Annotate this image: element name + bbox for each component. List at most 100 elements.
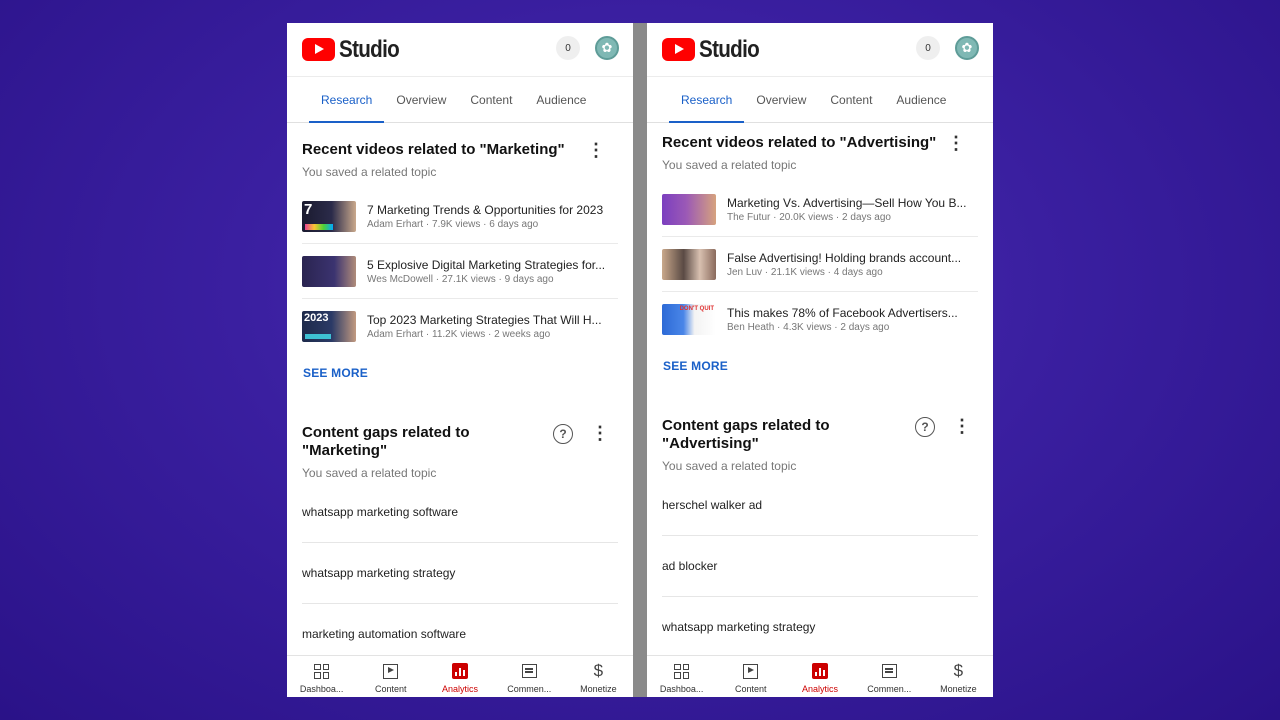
studio-logo[interactable]: Studio [662,36,769,64]
video-meta: Adam Erhart · 7.9K views · 6 days ago [367,218,539,230]
list-item[interactable]: Marketing Vs. Advertising—Sell How You B… [662,182,978,237]
content-gaps-title: Content gaps related to "Advertising" [662,417,830,452]
thumbnail-text: DON'T QUIT [679,306,714,312]
phone-right: Studio 0 ✿ Research Overview Content Aud… [647,23,993,697]
nav-dashboard[interactable]: Dashboa... [287,656,356,697]
video-thumbnail: 2023 [302,311,356,342]
account-icon: ✿ [961,40,973,55]
list-item[interactable]: whatsapp marketing strategy [302,543,618,604]
app-bar: Studio 0 ✿ [287,23,633,76]
nav-content[interactable]: Content [356,656,425,697]
nav-label: Dashboa... [659,684,704,694]
list-item[interactable]: DON'T QUIT This makes 78% of Facebook Ad… [662,292,978,347]
recent-videos-subtitle: You saved a related topic [302,165,437,179]
bottom-nav: Dashboa... Content Analytics Commen... $… [287,655,633,697]
nav-comments[interactable]: Commen... [855,656,924,697]
nav-label: Monetize [580,684,617,694]
nav-analytics[interactable]: Analytics [425,656,494,697]
nav-label: Content [375,684,407,694]
tab-overview[interactable]: Overview [744,77,818,122]
nav-label: Monetize [940,684,977,694]
video-title: Marketing Vs. Advertising—Sell How You B… [727,195,967,210]
content-gaps-list: whatsapp marketing software whatsapp mar… [287,482,633,665]
tab-bar: Research Overview Content Audience [647,76,993,123]
help-icon[interactable]: ? [553,424,573,444]
nav-monetize[interactable]: $ Monetize [924,656,993,697]
nav-comments[interactable]: Commen... [495,656,564,697]
list-item[interactable]: herschel walker ad [662,475,978,536]
content-icon [383,663,399,679]
more-options-icon[interactable]: ⋮ [953,417,971,435]
notification-badge[interactable]: 0 [556,36,580,60]
content-gaps-section: Content gaps related to "Marketing" ? ⋮ [287,424,633,460]
list-item[interactable]: 7 7 Marketing Trends & Opportunities for… [302,189,618,244]
video-title: False Advertising! Holding brands accoun… [727,250,962,265]
recent-videos-section: Recent videos related to "Marketing" ⋮ [287,141,633,159]
tab-audience[interactable]: Audience [524,77,598,122]
thumbnail-text: 7 [304,200,313,218]
recent-videos-title: Recent videos related to "Advertising" [662,134,937,151]
list-item[interactable]: 2023 Top 2023 Marketing Strategies That … [302,299,618,354]
video-title: 7 Marketing Trends & Opportunities for 2… [367,202,604,217]
studio-logo[interactable]: Studio [302,36,409,64]
tab-bar: Research Overview Content Audience [287,76,633,123]
avatar[interactable]: ✿ [955,36,979,60]
tab-overview[interactable]: Overview [384,77,458,122]
video-title: 5 Explosive Digital Marketing Strategies… [367,257,606,272]
logo-text: Studio [699,35,760,63]
tab-audience[interactable]: Audience [884,77,958,122]
thumbnail-text: 2023 [304,312,329,324]
avatar[interactable]: ✿ [595,36,619,60]
see-more-button[interactable]: SEE MORE [647,359,744,373]
more-options-icon[interactable]: ⋮ [587,141,605,159]
notification-badge[interactable]: 0 [916,36,940,60]
recent-videos-subtitle: You saved a related topic [662,158,797,172]
content-gaps-subtitle: You saved a related topic [662,459,797,473]
content-gaps-list: herschel walker ad ad blocker whatsapp m… [647,475,993,658]
recent-videos-section: Recent videos related to "Advertising" ⋮ [647,134,993,152]
nav-label: Commen... [867,684,912,694]
see-more-button[interactable]: SEE MORE [287,366,384,380]
nav-analytics[interactable]: Analytics [785,656,854,697]
video-meta: The Futur · 20.0K views · 2 days ago [727,211,891,223]
nav-content[interactable]: Content [716,656,785,697]
content-icon [743,663,759,679]
more-options-icon[interactable]: ⋮ [591,424,609,442]
list-item[interactable]: whatsapp marketing software [302,482,618,543]
tab-research[interactable]: Research [309,77,385,123]
video-meta: Ben Heath · 4.3K views · 2 days ago [727,322,890,333]
account-icon: ✿ [601,40,613,55]
list-item[interactable]: ad blocker [662,536,978,597]
bottom-nav: Dashboa... Content Analytics Commen... $… [647,655,993,697]
content-gaps-subtitle: You saved a related topic [302,466,437,480]
list-item[interactable]: False Advertising! Holding brands accoun… [662,237,978,292]
video-thumbnail [662,193,716,225]
youtube-play-icon [302,38,335,61]
content-gaps-section: Content gaps related to "Advertising" ? … [647,417,993,453]
content-gaps-title: Content gaps related to "Marketing" [302,424,470,459]
nav-label: Analytics [442,684,479,694]
analytics-icon [812,663,828,679]
list-item[interactable]: whatsapp marketing strategy [662,597,978,658]
dollar-icon: $ [953,661,964,680]
nav-label: Analytics [802,684,839,694]
tab-content[interactable]: Content [818,77,884,122]
help-icon[interactable]: ? [915,417,935,437]
dollar-icon: $ [593,661,604,680]
phone-comparison: Studio 0 ✿ Research Overview Content Aud… [287,23,993,697]
tab-content[interactable]: Content [458,77,524,122]
video-list: Marketing Vs. Advertising—Sell How You B… [647,182,993,347]
more-options-icon[interactable]: ⋮ [947,134,965,152]
phone-left: Studio 0 ✿ Research Overview Content Aud… [287,23,633,697]
video-meta: Wes McDowell · 27.1K views · 9 days ago [367,273,554,285]
video-thumbnail [302,255,356,287]
recent-videos-title: Recent videos related to "Marketing" [302,141,565,158]
analytics-icon [452,663,468,679]
nav-label: Commen... [507,684,552,694]
logo-text: Studio [339,35,400,63]
nav-dashboard[interactable]: Dashboa... [647,656,716,697]
nav-monetize[interactable]: $ Monetize [564,656,633,697]
dashboard-icon [314,663,330,679]
list-item[interactable]: 5 Explosive Digital Marketing Strategies… [302,244,618,299]
tab-research[interactable]: Research [669,77,745,123]
